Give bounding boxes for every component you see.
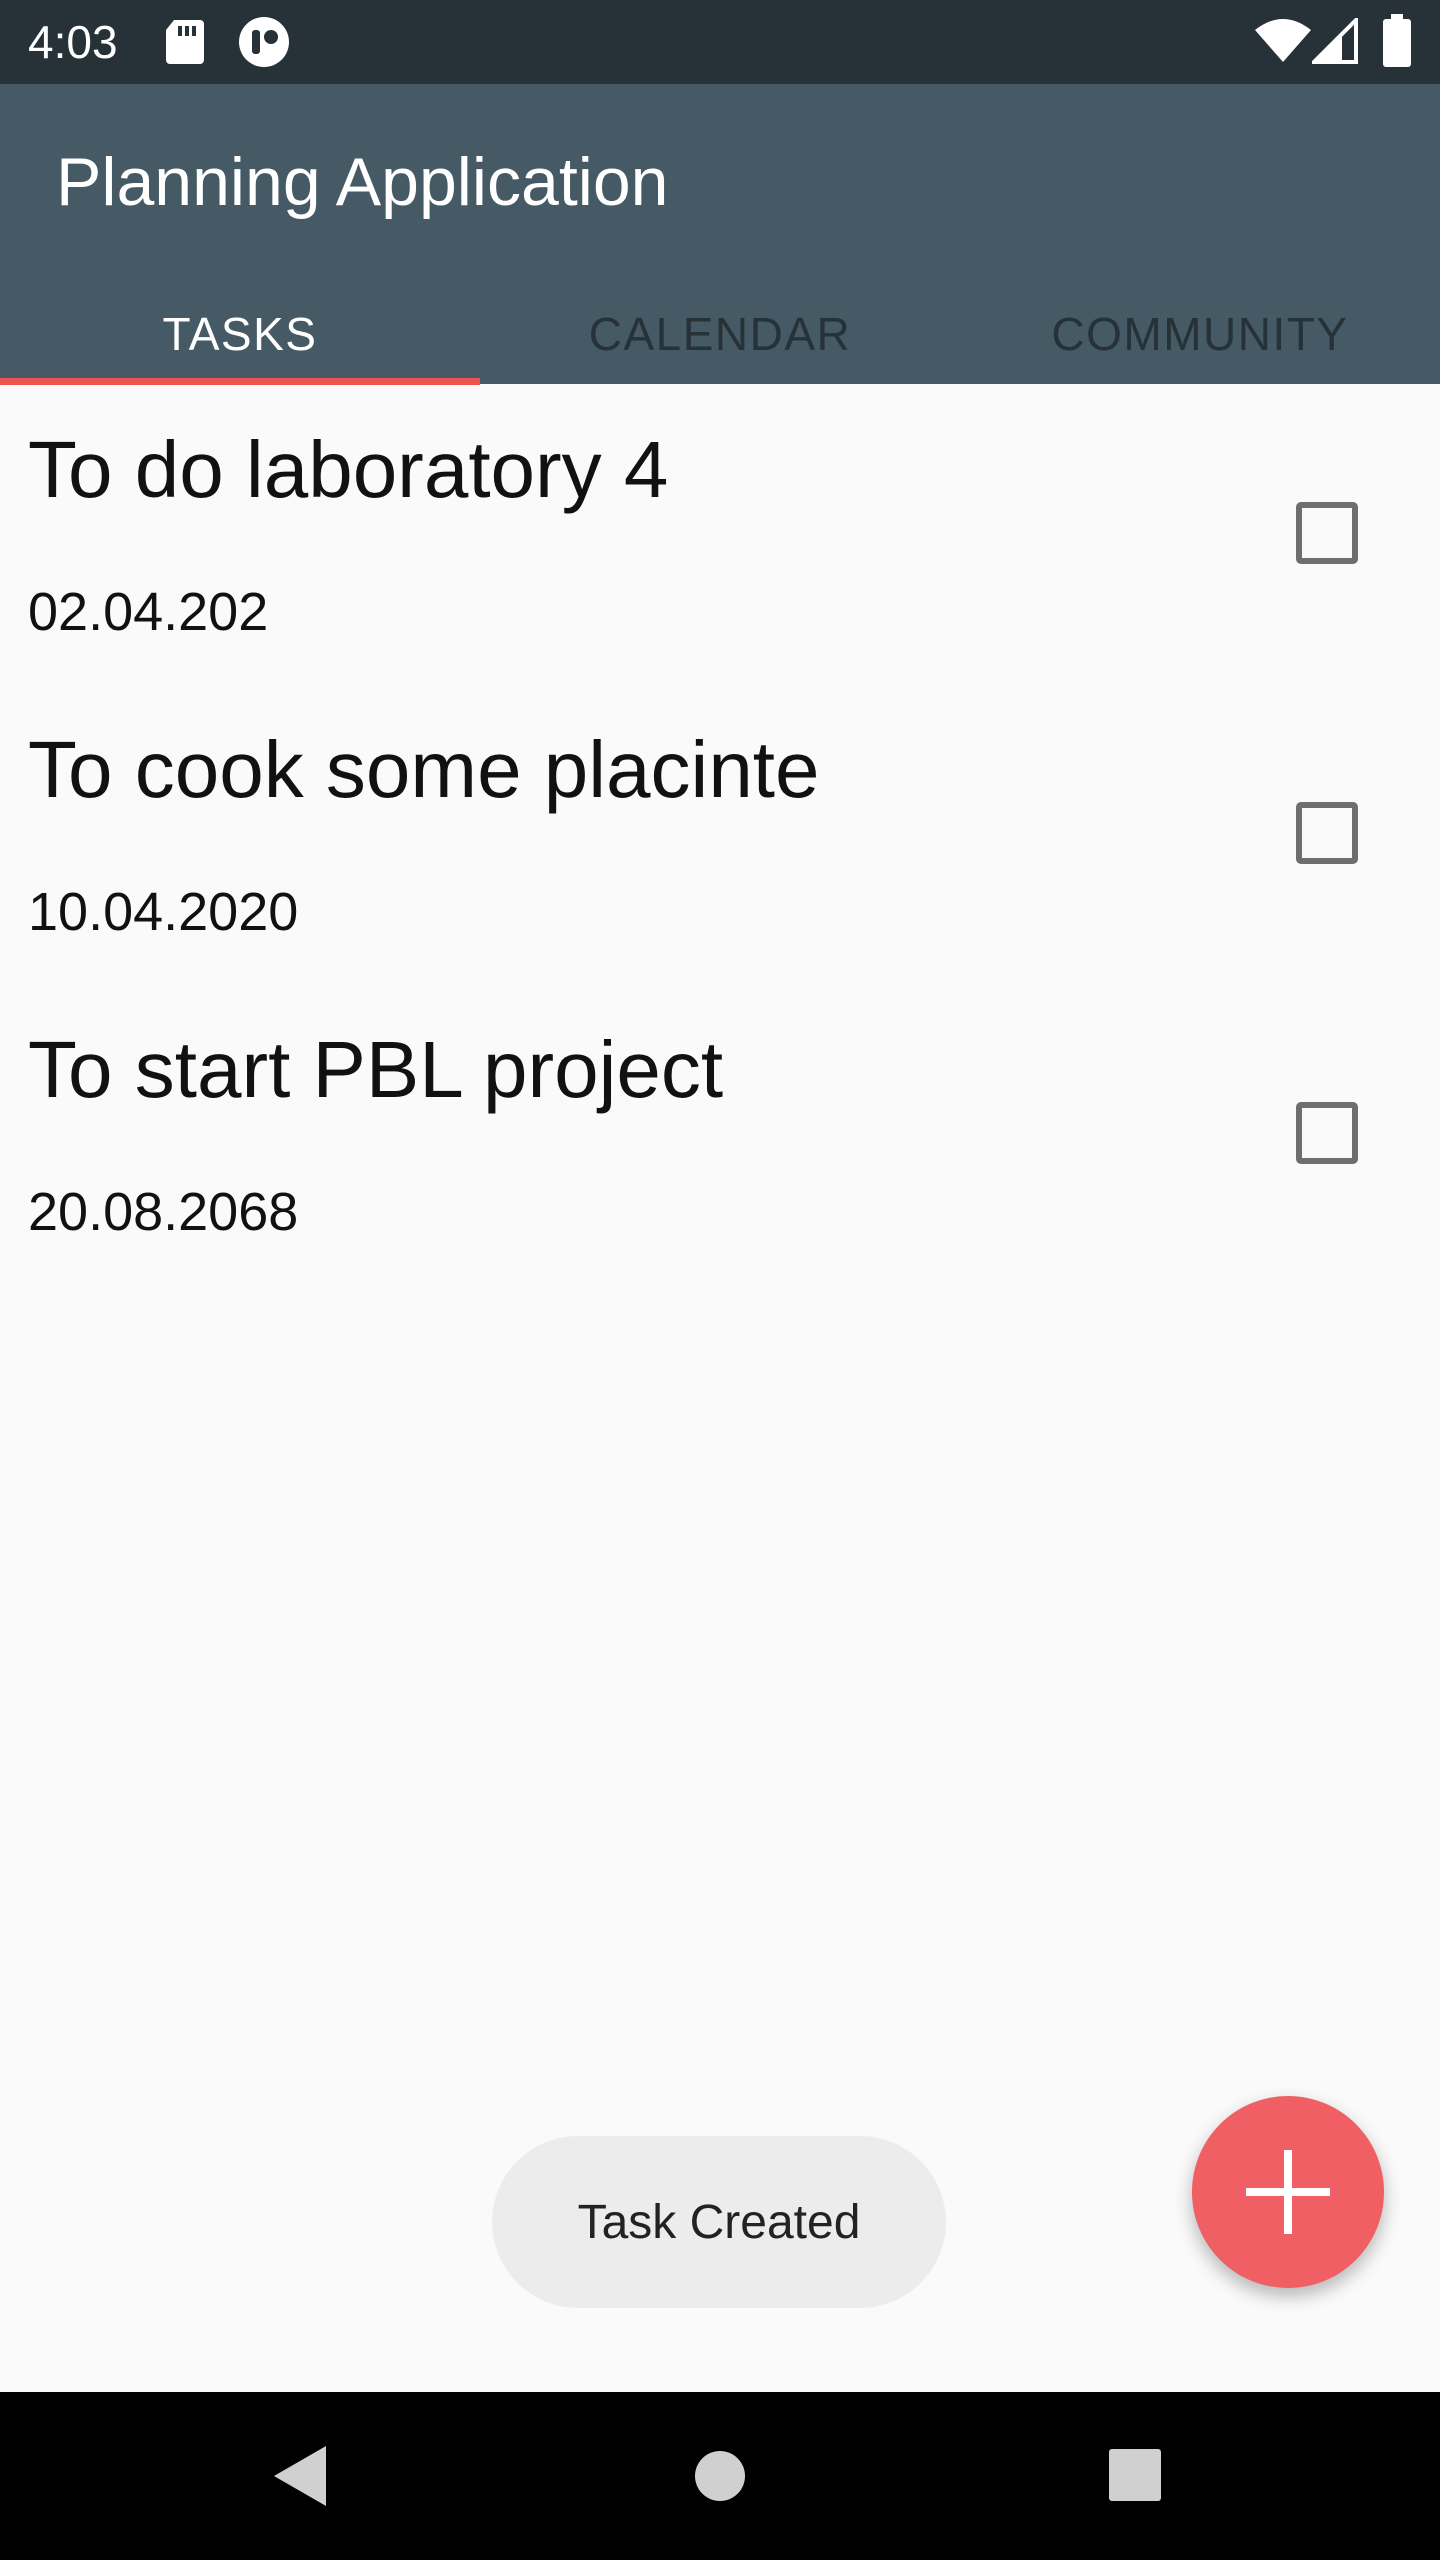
tab-community[interactable]: COMMUNITY: [960, 284, 1440, 384]
task-item[interactable]: To cook some placinte 10.04.2020: [0, 684, 1440, 984]
app-bar: Planning Application TASKS CALENDAR COMM…: [0, 84, 1440, 385]
game-notification-icon: [239, 17, 289, 67]
app-title: Planning Application: [56, 144, 669, 220]
task-date: 02.04.202: [28, 582, 269, 642]
add-task-button[interactable]: [1192, 2096, 1384, 2288]
task-item[interactable]: To start PBL project 20.08.2068: [0, 984, 1440, 1284]
battery-icon: [1383, 14, 1411, 67]
tab-calendar[interactable]: CALENDAR: [480, 284, 960, 384]
status-time: 4:03: [28, 16, 118, 68]
home-icon[interactable]: [694, 2450, 746, 2502]
sd-card-icon: [166, 20, 204, 64]
task-title: To do laboratory 4: [28, 425, 669, 514]
back-icon[interactable]: [272, 2444, 328, 2508]
tab-tasks[interactable]: TASKS: [0, 284, 480, 384]
task-checkbox[interactable]: [1296, 1102, 1358, 1164]
task-checkbox[interactable]: [1296, 802, 1358, 864]
status-bar: 4:03: [0, 0, 1440, 84]
task-checkbox[interactable]: [1296, 502, 1358, 564]
task-date: 10.04.2020: [28, 882, 299, 942]
task-title: To cook some placinte: [28, 725, 820, 814]
recents-icon[interactable]: [1108, 2448, 1162, 2502]
task-title: To start PBL project: [28, 1025, 724, 1114]
navigation-bar: [0, 2392, 1440, 2560]
toast-message: Task Created: [492, 2136, 946, 2308]
signal-icon: [1312, 18, 1358, 64]
task-date: 20.08.2068: [28, 1182, 299, 1242]
plus-icon: [1246, 2150, 1330, 2234]
wifi-icon: [1255, 19, 1311, 62]
task-item[interactable]: To do laboratory 4 02.04.202: [0, 384, 1440, 684]
tab-bar: TASKS CALENDAR COMMUNITY: [0, 284, 1440, 384]
